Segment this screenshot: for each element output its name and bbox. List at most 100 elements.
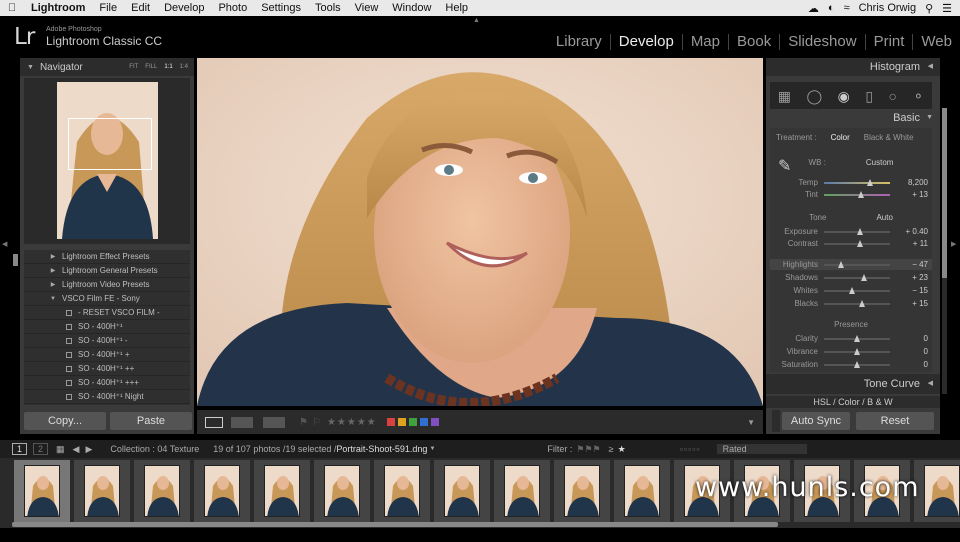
auto-tone-button[interactable]: Auto — [876, 213, 892, 222]
menu-tools[interactable]: Tools — [308, 2, 348, 14]
hsl-header[interactable]: HSL / Color / B & W — [766, 396, 940, 408]
menu-edit[interactable]: Edit — [124, 2, 157, 14]
slider-thumb[interactable] — [854, 360, 860, 368]
preset-folder[interactable]: ▶ Lightroom General Presets — [24, 264, 190, 278]
slider-thumb[interactable] — [848, 286, 855, 294]
module-map[interactable]: Map — [683, 34, 729, 50]
right-scrollbar[interactable] — [942, 108, 947, 278]
color-label-swatch[interactable] — [408, 418, 417, 426]
menu-view[interactable]: View — [348, 2, 386, 14]
menu-lightroom[interactable]: Lightroom — [24, 2, 92, 14]
collection-label[interactable]: Collection : 04 Texture — [110, 444, 199, 454]
navigator-view-rectangle[interactable] — [68, 118, 152, 170]
slider-thumb[interactable] — [857, 190, 864, 198]
slider-highlights[interactable]: Highlights − 47 — [770, 259, 932, 270]
loupe-view-icon[interactable] — [205, 416, 223, 428]
slider-clarity[interactable]: Clarity 0 — [770, 333, 932, 344]
slider-whites[interactable]: Whites − 15 — [770, 285, 932, 296]
page-2-button[interactable]: 2 — [33, 443, 49, 455]
menu-settings[interactable]: Settings — [254, 2, 308, 14]
slider-thumb[interactable] — [838, 260, 845, 268]
color-label-swatch[interactable] — [430, 418, 439, 426]
slider-blacks[interactable]: Blacks + 15 — [770, 298, 932, 309]
filmstrip-thumbnail[interactable] — [614, 460, 670, 522]
moon-icon[interactable]: ◐ — [828, 2, 835, 14]
preset-item[interactable]: SO - 400H⁺¹ Night — [24, 390, 190, 404]
preset-folder[interactable]: ▼ VSCO Film FE - Sony — [24, 292, 190, 306]
apple-menu-icon[interactable]:  — [0, 2, 24, 14]
page-1-button[interactable]: 1 — [12, 443, 28, 455]
menu-window[interactable]: Window — [385, 2, 438, 14]
slider-thumb[interactable] — [861, 273, 868, 281]
preset-item[interactable]: SO - 400H⁺¹ — [24, 320, 190, 334]
before-after-icon[interactable] — [231, 416, 253, 428]
slider-contrast[interactable]: Contrast + 11 — [770, 238, 932, 249]
auto-sync-button[interactable]: Auto Sync — [782, 412, 850, 430]
zoom-1-1[interactable]: 1:1 — [164, 64, 172, 70]
color-label-swatch[interactable] — [397, 418, 406, 426]
slider-value[interactable]: + 0.40 — [890, 227, 928, 236]
filmstrip-thumbnail[interactable] — [74, 460, 130, 522]
copy-button[interactable]: Copy... — [24, 412, 106, 430]
filmstrip-thumbnail[interactable] — [134, 460, 190, 522]
forward-arrow-icon[interactable]: ▶ — [85, 444, 92, 455]
paste-button[interactable]: Paste — [110, 412, 192, 430]
slider-track[interactable] — [824, 273, 890, 281]
slider-value[interactable]: 0 — [890, 334, 928, 343]
basic-header[interactable]: Basic ▼ — [766, 109, 940, 127]
rating-stars[interactable]: ★★★★★ — [327, 417, 377, 428]
slider-track[interactable] — [824, 227, 890, 235]
slider-track[interactable] — [824, 347, 890, 355]
slider-value[interactable]: 0 — [890, 347, 928, 356]
right-panel-toggle-icon[interactable]: ▶ — [951, 240, 956, 248]
wifi-icon[interactable]: ≈ — [844, 2, 850, 14]
slider-value[interactable]: + 15 — [890, 299, 928, 308]
wb-select[interactable]: Custom — [866, 158, 894, 167]
histogram-header[interactable]: Histogram ◀ — [766, 58, 940, 76]
slider-thumb[interactable] — [854, 334, 860, 342]
slider-exposure[interactable]: Exposure + 0.40 — [770, 226, 932, 237]
slider-thumb[interactable] — [857, 239, 864, 247]
graduated-filter-icon[interactable]: ▯ — [865, 88, 873, 105]
module-develop[interactable]: Develop — [611, 34, 683, 50]
toolbar-menu-icon[interactable]: ▼ — [747, 418, 755, 427]
adjustment-brush-icon[interactable]: ⚬ — [912, 88, 924, 105]
slider-thumb[interactable] — [856, 227, 863, 235]
navigator-header[interactable]: ▼ Navigator FIT FILL 1:1 1:4 — [20, 58, 194, 76]
slider-track[interactable] — [824, 178, 890, 186]
collapse-triangle-icon[interactable]: ▼ — [926, 109, 933, 127]
menu-develop[interactable]: Develop — [157, 2, 211, 14]
collapse-triangle-icon[interactable]: ▼ — [27, 64, 34, 71]
red-eye-icon[interactable]: ◉ — [838, 88, 850, 105]
module-web[interactable]: Web — [913, 34, 952, 50]
filmstrip-thumbnail[interactable] — [494, 460, 550, 522]
filename-dropdown-icon[interactable]: ▼ — [429, 446, 435, 452]
slider-value[interactable]: + 11 — [890, 239, 928, 248]
slider-value[interactable]: + 13 — [890, 190, 928, 199]
preset-item[interactable]: SO - 400H⁺¹ ++ — [24, 362, 190, 376]
slider-track[interactable] — [824, 299, 890, 307]
menu-help[interactable]: Help — [438, 2, 475, 14]
collapse-triangle-icon[interactable]: ◀ — [928, 374, 933, 394]
zoom-fit[interactable]: FIT — [129, 64, 138, 70]
crop-icon[interactable]: ▦ — [778, 88, 791, 105]
flag-filter-icon[interactable]: ⚑⚑⚑ — [576, 444, 600, 455]
filmstrip-thumbnail[interactable] — [434, 460, 490, 522]
treatment-bw[interactable]: Black & White — [864, 133, 914, 142]
main-photo[interactable] — [197, 58, 763, 406]
filmstrip-thumbnail[interactable] — [194, 460, 250, 522]
preset-item[interactable]: SO - 400H⁺¹ + — [24, 348, 190, 362]
search-icon[interactable]: ⚲ — [925, 2, 933, 15]
filmstrip-thumbnail[interactable] — [314, 460, 370, 522]
top-panel-toggle-icon[interactable]: ▲ — [473, 17, 480, 24]
slider-temp[interactable]: Temp 8,200 — [770, 177, 932, 188]
slider-thumb[interactable] — [854, 347, 860, 355]
menu-file[interactable]: File — [92, 2, 124, 14]
slider-value[interactable]: + 23 — [890, 273, 928, 282]
filmstrip-thumbnail[interactable] — [374, 460, 430, 522]
gte-symbol[interactable]: ≥ — [609, 444, 614, 454]
module-book[interactable]: Book — [729, 34, 781, 50]
slider-track[interactable] — [824, 360, 890, 368]
slider-thumb[interactable] — [867, 178, 874, 186]
sync-toggle-switch[interactable] — [772, 410, 780, 432]
